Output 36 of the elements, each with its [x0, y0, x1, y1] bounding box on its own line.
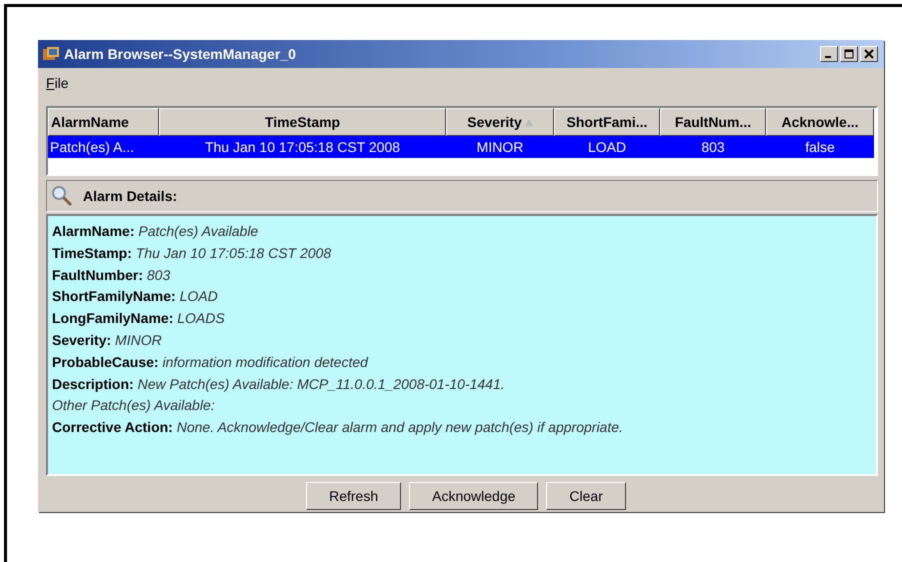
- close-icon: [864, 49, 874, 59]
- table-cell[interactable]: false: [766, 136, 874, 158]
- detail-line: Corrective Action: None. Acknowledge/Clear alarm and apply new patch(es) if appropriate.: [52, 418, 624, 438]
- table-cell[interactable]: Patch(es) A...: [48, 136, 159, 158]
- column-header[interactable]: AlarmName: [48, 108, 159, 136]
- detail-line: Description: New Patch(es) Available: MCP_11.0.0.1_2008-01-10-1441.: [52, 374, 506, 394]
- column-header[interactable]: TimeStamp: [159, 108, 446, 136]
- table-cell[interactable]: LOAD: [554, 136, 660, 158]
- detail-line: Other Patch(es) Available:: [52, 396, 216, 416]
- detail-line: AlarmName: Patch(es) Available: [52, 222, 260, 241]
- minimize-button[interactable]: [820, 46, 838, 62]
- column-header[interactable]: Acknowle...: [766, 108, 874, 136]
- column-header[interactable]: Severity: [446, 108, 554, 136]
- table-cell[interactable]: Thu Jan 10 17:05:18 CST 2008: [159, 136, 446, 158]
- close-button[interactable]: [860, 46, 878, 62]
- maximize-button[interactable]: [840, 46, 858, 62]
- menu-item[interactable]: File: [46, 75, 69, 91]
- detail-line: Severity: MINOR: [52, 330, 163, 350]
- detail-line: ShortFamilyName: LOAD: [52, 287, 219, 306]
- detail-line: TimeStamp: Thu Jan 10 17:05:18 CST 2008: [52, 244, 332, 263]
- maximize-icon: [844, 49, 854, 59]
- table-cell[interactable]: 803: [660, 136, 766, 158]
- details-title: Alarm Details:: [83, 188, 178, 204]
- column-header[interactable]: FaultNum...: [660, 108, 766, 136]
- column-header[interactable]: ShortFami...: [554, 108, 660, 136]
- minimize-icon: [825, 56, 831, 58]
- app-icon: [42, 46, 60, 62]
- detail-line: FaultNumber: 803: [52, 266, 172, 285]
- window-title: Alarm Browser--SystemManager_0: [64, 46, 297, 62]
- detail-line: ProbableCause: information modification detected: [52, 352, 370, 372]
- action-button[interactable]: Refresh: [306, 482, 402, 510]
- detail-line: LongFamilyName: LOADS: [52, 309, 226, 328]
- table-cell[interactable]: MINOR: [446, 136, 554, 158]
- magnifier-icon: [51, 185, 73, 207]
- action-button[interactable]: Acknowledge: [409, 482, 538, 510]
- action-button[interactable]: Clear: [546, 482, 626, 510]
